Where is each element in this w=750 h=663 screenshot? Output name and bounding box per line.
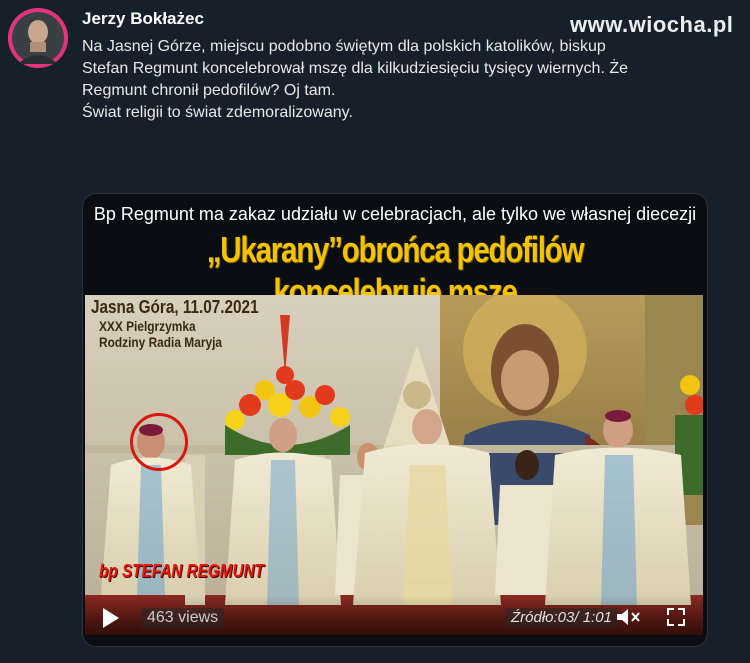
video-controls: 463 views Źródło:03/ 1:01 (85, 596, 703, 635)
caption-date: Jasna Góra, 11.07.2021 (91, 297, 259, 317)
photo-caption: Jasna Góra, 11.07.2021 XXX Pielgrzymka R… (91, 297, 288, 350)
video-subtitle: Bp Regmunt ma zakaz udziału w celebracja… (93, 204, 697, 224)
play-icon[interactable] (103, 608, 119, 628)
video-player[interactable]: Bp Regmunt ma zakaz udziału w celebracja… (82, 193, 708, 647)
caption-organizer: Rodziny Radia Maryja (99, 334, 222, 350)
tweet-text-line: Świat religii to świat zdemoralizowany. (82, 104, 353, 121)
caption-event: XXX Pielgrzymka (99, 318, 196, 334)
speaker-muted-icon (617, 609, 640, 625)
bishop-label: bp STEFAN REGMUNT (99, 561, 264, 581)
tweet: Jerzy Bokłażec www.wiocha.pl Na Jasnej G… (0, 0, 750, 663)
fullscreen-icon[interactable] (665, 606, 687, 628)
avatar-image (8, 8, 68, 68)
tweet-text: Na Jasnej Górze, miejscu podobno świętym… (82, 36, 742, 124)
video-frame[interactable]: Jasna Góra, 11.07.2021 XXX Pielgrzymka R… (85, 295, 703, 635)
highlight-circle (130, 413, 188, 471)
expand-icon (667, 608, 685, 626)
video-time: Źródło:03/ 1:01 (505, 608, 618, 627)
tweet-text-line: Na Jasnej Górze, miejscu podobno świętym… (82, 38, 606, 55)
tweet-text-line: Stefan Regmunt koncelebrował mszę dla ki… (82, 60, 629, 77)
avatar[interactable] (8, 8, 68, 68)
mute-icon[interactable] (615, 606, 641, 628)
site-watermark: www.wiocha.pl (570, 12, 734, 37)
author-name[interactable]: Jerzy Bokłażec (82, 9, 204, 29)
view-count: 463 views (141, 608, 225, 628)
tweet-text-line: Regmunt chronił pedofilów? Oj tam. (82, 82, 336, 99)
